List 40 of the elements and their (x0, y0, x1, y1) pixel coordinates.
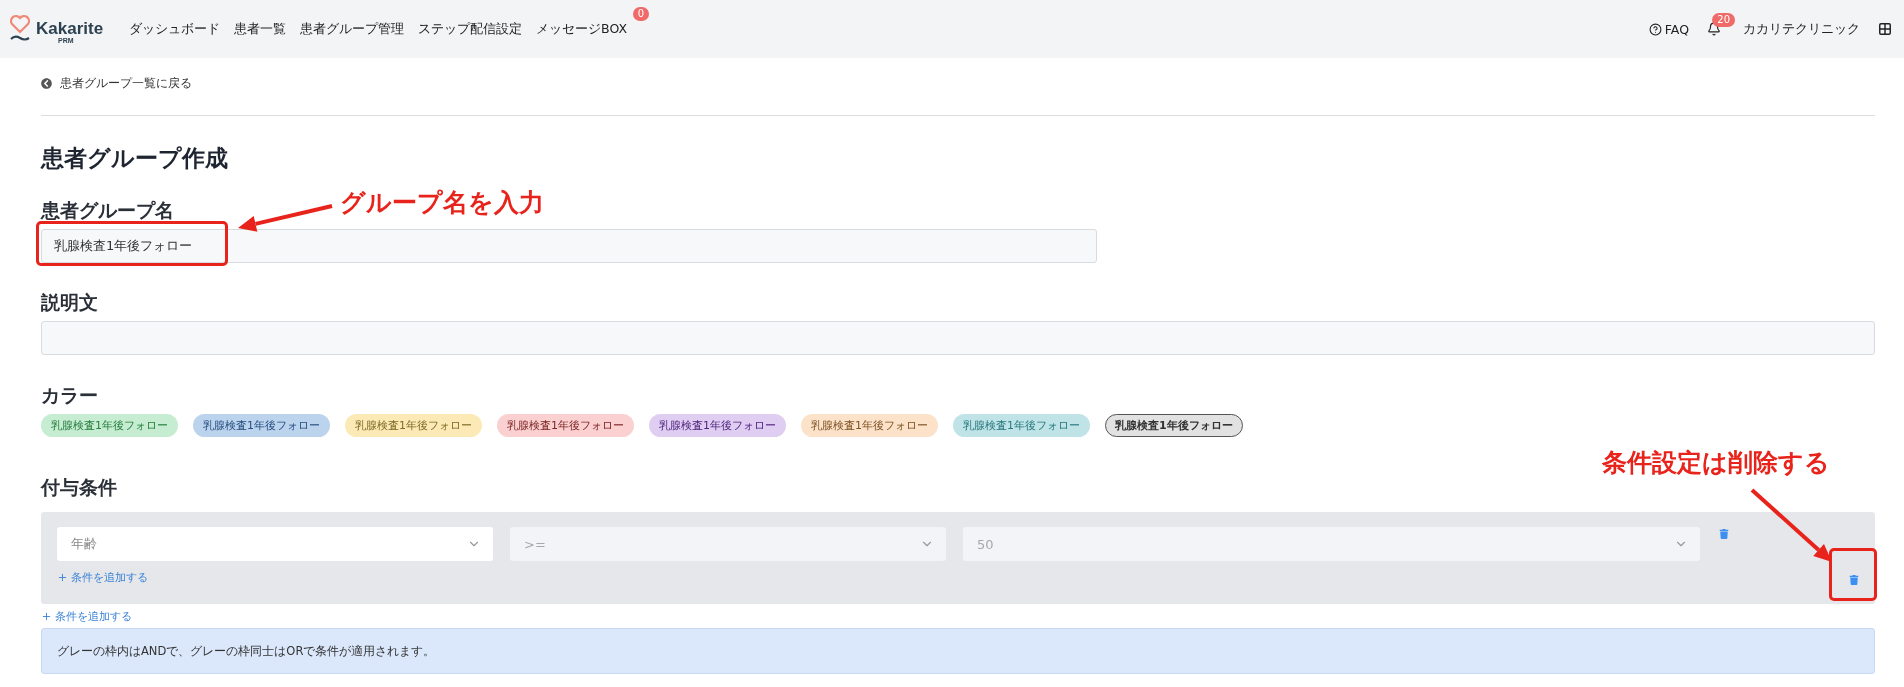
select-field[interactable]: 年齢 (57, 527, 493, 561)
trash-icon[interactable] (1717, 527, 1731, 541)
info-message: グレーの枠内はANDで、グレーの枠同士はORで条件が適用されます。 (41, 628, 1875, 674)
nav-link[interactable]: 患者一覧 (234, 20, 287, 38)
bell-icon[interactable] (1707, 22, 1721, 36)
field-label: 説明文 (41, 290, 98, 315)
color-chip[interactable]: 乳腺検査1年後フォロー (41, 414, 178, 437)
color-chip[interactable]: 乳腺検査1年後フォロー (649, 414, 786, 437)
color-chip[interactable]: 乳腺検査1年後フォロー (953, 414, 1090, 437)
page-title: 患者グループ作成 (41, 144, 229, 173)
nav-link[interactable]: 患者グループ管理 (300, 20, 405, 38)
back-link[interactable]: 患者グループ一覧に戻る (41, 75, 192, 92)
color-chip[interactable]: 乳腺検査1年後フォロー (1105, 414, 1243, 437)
clinic-menu[interactable]: カカリテクリニック (1743, 20, 1860, 38)
highlight-frame (1829, 548, 1877, 601)
heart-logo-icon (10, 14, 30, 44)
color-chip[interactable]: 乳腺検査1年後フォロー (193, 414, 330, 437)
plus-icon (57, 572, 68, 583)
group-name-field[interactable]: 乳腺検査1年後フォロー (41, 229, 1097, 263)
color-chip[interactable]: 乳腺検査1年後フォロー (345, 414, 482, 437)
apps-grid-icon[interactable] (1878, 22, 1892, 36)
add-condition-link[interactable]: 条件を追加する (41, 609, 132, 624)
help-icon (1648, 22, 1662, 36)
annotation-text: 条件設定は削除する (1602, 447, 1830, 479)
field-label: カラー (41, 383, 98, 408)
description-field[interactable] (41, 321, 1875, 355)
nav-link[interactable]: ステップ配信設定 (418, 20, 523, 38)
nav-link[interactable]: ダッシュボード (129, 20, 221, 38)
trash-icon[interactable] (1847, 573, 1861, 587)
color-chip[interactable]: 乳腺検査1年後フォロー (497, 414, 634, 437)
back-icon (41, 78, 52, 89)
nav-link[interactable]: メッセージBOX (536, 20, 628, 38)
faq-link[interactable]: FAQ (1648, 21, 1689, 37)
field-label: 付与条件 (41, 475, 117, 500)
field-label: 患者グループ名 (41, 198, 174, 223)
annotation-text: グループ名を入力 (340, 187, 544, 219)
count-badge: 0 (632, 6, 650, 21)
color-chip[interactable]: 乳腺検査1年後フォロー (801, 414, 938, 437)
plus-icon (41, 611, 52, 622)
count-badge: 20 (1712, 13, 1735, 27)
